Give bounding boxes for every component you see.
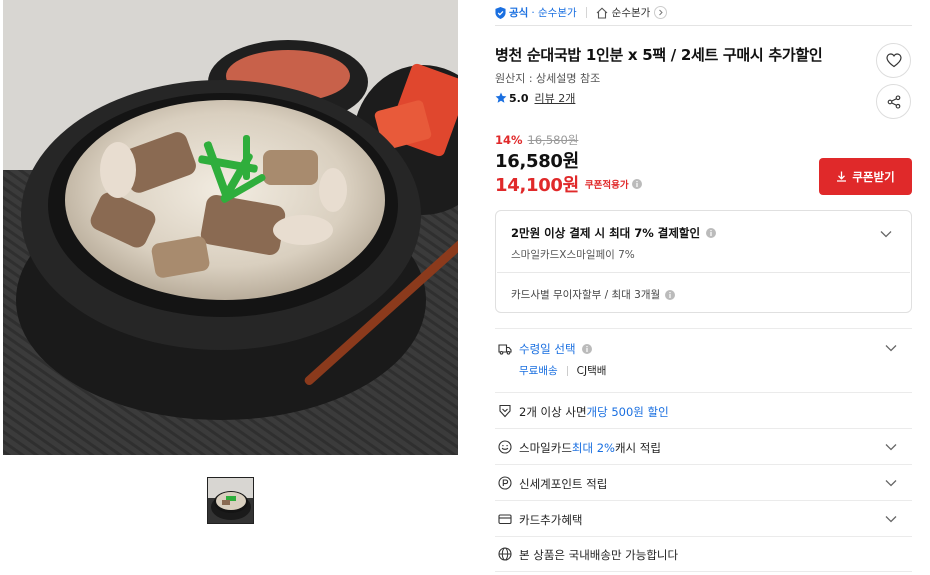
smilecard-highlight: 최대 2% [571,441,615,455]
smilecard-row[interactable]: 스마일카드 최대 2% 캐시 적립 [495,428,912,464]
chevron-down-icon[interactable] [884,512,898,526]
share-icon [887,94,900,109]
payment-benefit-box: 2만원 이상 결제 시 최대 7% 결제할인 스마일카드X스마일페이 7% 카드… [495,210,912,313]
review-count-link[interactable]: 리뷰 2개 [535,90,576,106]
home-icon [596,6,608,19]
store-home-link[interactable]: 순수본가 [596,5,668,20]
card-icon [498,514,512,525]
payment-benefit-subtitle: 스마일카드X스마일페이 7% [511,249,635,261]
official-store-name: · 순수본가 [531,7,577,19]
chevron-down-icon[interactable] [879,227,893,241]
multi-buy-discount-row: 2개 이상 사면 개당 500원 할인 [495,392,912,428]
smilecard-suffix: 캐시 적립 [614,441,661,455]
share-button[interactable] [876,84,911,119]
product-thumbnail[interactable] [207,477,254,524]
official-label: 공식 [509,7,529,19]
discount-row: 14% 16,580원 [495,132,578,148]
delivery-date-select[interactable]: 수령일 선택 [519,341,576,357]
delivery-sub: 무료배송 CJ택배 [519,363,606,378]
point-icon [498,476,512,490]
info-icon[interactable] [706,228,717,238]
product-origin: 원산지 : 상세설명 참조 [495,72,601,85]
delivery-separator [566,365,568,376]
domestic-shipping-text: 본 상품은 국내배송만 가능합니다 [519,548,679,562]
info-icon[interactable] [665,289,676,300]
discount-percent: 14% [495,133,523,147]
shinsegae-point-text: 신세계포인트 적립 [519,477,608,491]
wishlist-button[interactable] [876,43,911,78]
brand-row: 공식 · 순수본가 순수본가 [495,0,912,26]
delivery-row[interactable]: 수령일 선택 무료배송 CJ택배 [495,328,912,392]
coupon-price: 14,100원 [495,175,579,196]
star-icon [495,92,507,103]
multi-buy-text: 2개 이상 사면 개당 500원 할인 [519,404,669,420]
card-benefit-text: 카드추가혜택 [519,513,583,527]
product-rating: 5.0 리뷰 2개 [495,90,575,106]
official-shield-icon [495,6,506,19]
store-link-label: 순수본가 [611,7,651,19]
benefit-divider [497,272,910,273]
carrier-name: CJ택배 [576,365,607,377]
download-icon [837,171,847,182]
coupon-price-label: 쿠폰적용가 [584,180,629,191]
installment-text: 카드사별 무이자할부 / 최대 3개월 [511,289,661,301]
payment-benefit-title-row[interactable]: 2만원 이상 결제 시 최대 7% 결제할인 [511,225,717,241]
delivery-title-row: 수령일 선택 [519,341,592,357]
domestic-shipping-row: 본 상품은 국내배송만 가능합니다 [495,536,912,572]
coupon-price-row: 14,100원 쿠폰적용가 [495,171,642,197]
card-benefit-row[interactable]: 카드추가혜택 [495,500,912,536]
heart-icon [885,53,902,68]
sale-price: 16,580원 [495,151,579,172]
smile-icon [498,440,512,454]
get-coupon-label: 쿠폰받기 [852,169,895,184]
tag-icon [499,404,511,418]
brand-divider [585,7,587,18]
truck-icon [498,344,512,355]
chevron-right-icon [654,6,668,19]
official-badge[interactable]: 공식 · 순수본가 [495,5,577,20]
globe-icon [498,547,512,561]
rating-score: 5.0 [509,91,529,105]
chevron-down-icon[interactable] [884,341,898,355]
info-icon[interactable] [581,344,592,354]
multi-buy-highlight: 개당 500원 할인 [586,405,669,419]
shinsegae-point-row[interactable]: 신세계포인트 적립 [495,464,912,500]
get-coupon-button[interactable]: 쿠폰받기 [819,158,912,195]
info-icon[interactable] [631,179,642,189]
product-info-panel: 공식 · 순수본가 순수본가 병천 순대국밥 1인분 x 5팩 / 2세트 구매… [495,0,912,575]
free-shipping: 무료배송 [519,365,558,377]
smilecard-text: 스마일카드 최대 2% 캐시 적립 [519,440,661,456]
payment-benefit-title: 2만원 이상 결제 시 최대 7% 결제할인 [511,226,701,240]
chevron-down-icon[interactable] [884,476,898,490]
product-main-image [3,0,458,455]
installment-row: 카드사별 무이자할부 / 최대 3개월 [511,287,676,302]
original-price: 16,580원 [527,133,579,147]
product-title: 병천 순대국밥 1인분 x 5팩 / 2세트 구매시 추가할인 [495,46,823,64]
chevron-down-icon[interactable] [884,440,898,454]
smilecard-prefix: 스마일카드 [519,441,572,455]
multi-buy-prefix: 2개 이상 사면 [519,405,587,419]
